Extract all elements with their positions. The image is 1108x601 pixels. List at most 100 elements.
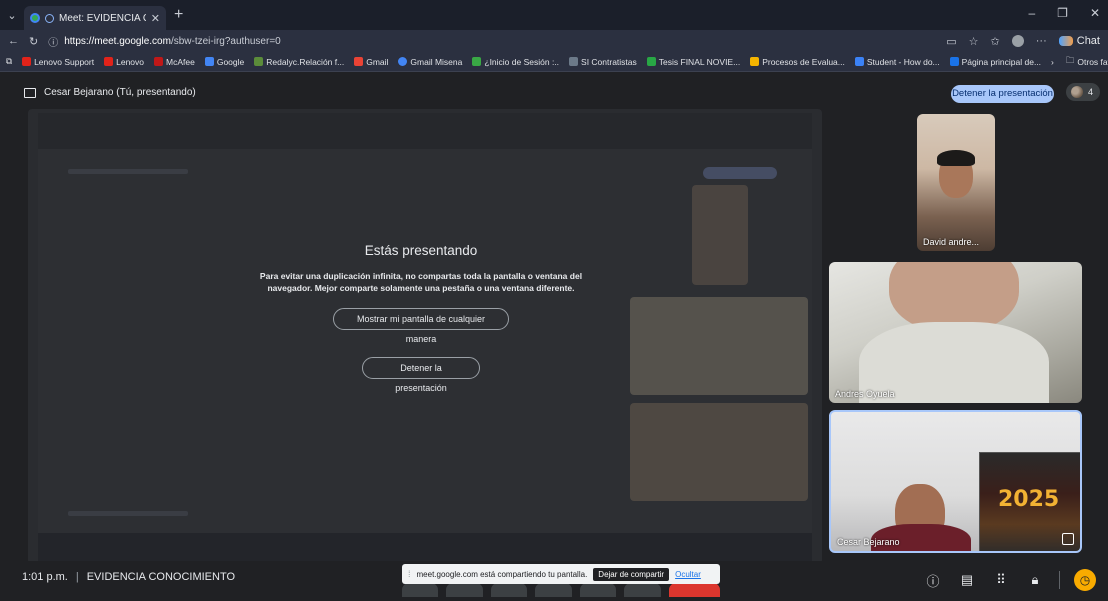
meeting-name: EVIDENCIA CONOCIMIENTO (86, 571, 236, 583)
bookmark-favicon-icon (949, 57, 959, 66)
bookmark-item[interactable]: Google (204, 56, 245, 67)
bookmark-favicon-icon (750, 57, 760, 66)
chat-icon[interactable]: ▤ (957, 570, 977, 590)
restore-icon[interactable]: ❐ (1057, 6, 1068, 20)
mirrored-text (68, 169, 188, 174)
mirrored-text (68, 511, 188, 516)
tab-title: Meet: EVIDENCIA CONOCIMI (59, 12, 146, 24)
bookmark-item[interactable]: Página principal de... (949, 57, 1041, 67)
back-icon[interactable]: ← (8, 35, 19, 47)
show-screen-anyway-button[interactable]: Mostrar mi pantalla de cualquier manera (333, 308, 509, 344)
activities-icon[interactable]: ⠿ (991, 570, 1011, 590)
bookmark-label: Lenovo (116, 56, 144, 67)
bookmark-label: McAfee (166, 56, 195, 67)
bookmark-favicon-icon (204, 57, 214, 66)
minimize-icon[interactable]: – (1028, 6, 1035, 20)
copilot-chat-button[interactable]: Chat (1058, 35, 1100, 47)
bookmark-item[interactable]: Lenovo (104, 57, 144, 67)
presenting-header: Cesar Bejarano (Tú, presentando) (24, 87, 196, 98)
bookmark-label: Google (216, 56, 245, 67)
bookmark-item[interactable]: Procesos de Evalua... (750, 57, 845, 67)
bookmark-item[interactable]: Gmail (354, 57, 388, 67)
participant-tile[interactable]: Andres Oyuela (829, 262, 1082, 403)
host-controls-lock-icon[interactable]: 🔒︎ (1025, 570, 1045, 590)
shared-screen-stage: Estás presentando Para evitar una duplic… (28, 109, 822, 564)
bookmark-favicon-icon (646, 57, 656, 66)
meet-area: Cesar Bejarano (Tú, presentando) Detener… (0, 73, 1108, 601)
stop-sharing-button[interactable]: Dejar de compartir (593, 567, 670, 581)
timer-icon[interactable]: ◷ (1074, 569, 1096, 591)
share-banner-text: meet.google.com está compartiendo tu pan… (416, 569, 588, 579)
captions-button[interactable] (490, 583, 528, 597)
mic-button[interactable] (402, 583, 439, 597)
reactions-button[interactable] (535, 583, 572, 597)
chevron-right-icon[interactable]: › (1051, 57, 1054, 67)
bookmark-item[interactable]: ¿Inicio de Sesión :.. (472, 57, 559, 67)
tab-bar: ⌄ Meet: EVIDENCIA CONOCIMI ✕ + – ❐ ✕ (0, 0, 1108, 30)
other-bookmarks-folder[interactable]: 🗀Otros favoritos (1066, 55, 1108, 69)
reload-icon[interactable]: ↻ (29, 35, 38, 48)
profile-avatar[interactable] (1011, 35, 1024, 47)
participant-tile-self[interactable]: 2025 Cesar Bejarano (829, 410, 1082, 553)
close-window-icon[interactable]: ✕ (1090, 6, 1100, 20)
poster-year: 2025 (998, 487, 1060, 512)
bookmark-favicon-icon (22, 57, 32, 66)
meeting-details-info-icon[interactable]: ⓘ (923, 570, 943, 590)
close-tab-icon[interactable]: ✕ (151, 12, 160, 25)
mirrored-browser-chrome (38, 113, 812, 149)
participants-button[interactable]: 4 (1066, 83, 1100, 101)
favorites-icon[interactable]: ✩ (991, 35, 1000, 48)
apps-icon[interactable]: ⧉ (6, 56, 12, 67)
bookmarks-right: › 🗀Otros favoritos (1051, 55, 1108, 69)
stop-presenting-top-button[interactable]: Detener la presentación (951, 85, 1054, 103)
bookmark-label: SI Contratistas (581, 56, 637, 67)
bookmark-item[interactable]: Gmail Misena (398, 57, 462, 67)
screen-share-banner: ⁞ meet.google.com está compartiendo tu p… (402, 564, 720, 584)
bookmark-item[interactable]: Lenovo Support (22, 57, 94, 67)
bookmark-item[interactable]: Student - How do... (854, 57, 940, 67)
present-button[interactable] (579, 583, 617, 597)
camera-button[interactable] (446, 583, 483, 597)
participant-tile[interactable]: David andre... (917, 114, 995, 251)
other-bookmarks-label: Otros favoritos (1077, 56, 1108, 67)
tab-meet[interactable]: Meet: EVIDENCIA CONOCIMI ✕ (24, 6, 166, 30)
pin-icon[interactable] (1062, 533, 1074, 545)
presenting-warning-dialog: Estás presentando Para evitar una duplic… (256, 243, 586, 396)
more-menu-icon[interactable]: ··· (1036, 35, 1047, 47)
tab-search-chevron-icon[interactable]: ⌄ (0, 9, 24, 22)
bookmark-item[interactable]: Redalyc.Relación f... (254, 57, 344, 67)
bookmarks-bar: ⧉ Lenovo Support Lenovo McAfee Google Re… (0, 52, 1108, 72)
present-screen-icon (24, 87, 36, 98)
participant-video (937, 150, 975, 166)
folder-icon: 🗀 (1065, 54, 1075, 65)
bookmark-favicon-icon (569, 57, 579, 66)
bookmark-item[interactable]: SI Contratistas (569, 57, 637, 67)
favorite-star-icon[interactable]: ☆ (969, 35, 979, 48)
right-controls: ⓘ ▤ ⠿ 🔒︎ ◷ (923, 569, 1096, 591)
meeting-time: 1:01 p.m. (22, 571, 68, 583)
raise-hand-button[interactable] (624, 583, 661, 597)
dialog-message: Para evitar una duplicación infinita, no… (259, 271, 583, 293)
mirrored-stop-button (703, 167, 777, 179)
bookmark-label: Gmail Misena (410, 56, 463, 67)
site-info-icon[interactable]: ⓘ (48, 34, 58, 49)
split-screen-icon[interactable]: ▭ (946, 35, 956, 48)
infinite-mirror-preview: Estás presentando Para evitar una duplic… (38, 113, 812, 561)
new-tab-icon[interactable]: + (174, 6, 183, 24)
hide-banner-link[interactable]: Ocultar (675, 570, 701, 579)
leave-call-button[interactable] (668, 583, 720, 597)
bookmark-favicon-icon (104, 57, 114, 66)
bookmark-label: Redalyc.Relación f... (266, 56, 345, 67)
bookmark-favicon-icon (154, 57, 163, 66)
participant-name: David andre... (923, 237, 980, 247)
dialog-title: Estás presentando (364, 243, 478, 258)
url-field[interactable]: ⓘ https://meet.google.com/sbw-tzei-irg?a… (48, 34, 936, 49)
bookmark-item[interactable]: McAfee (154, 57, 195, 67)
bookmark-label: Tesis FINAL NOVIE... (658, 56, 741, 67)
stop-presenting-dialog-button[interactable]: Detener la presentación (362, 357, 480, 393)
participant-name: Andres Oyuela (835, 389, 895, 399)
bookmark-item[interactable]: Tesis FINAL NOVIE... (646, 56, 741, 67)
participant-avatars-icon (1071, 86, 1083, 98)
bookmark-favicon-icon (854, 57, 864, 66)
drag-handle-icon[interactable]: ⁞ (408, 569, 411, 579)
